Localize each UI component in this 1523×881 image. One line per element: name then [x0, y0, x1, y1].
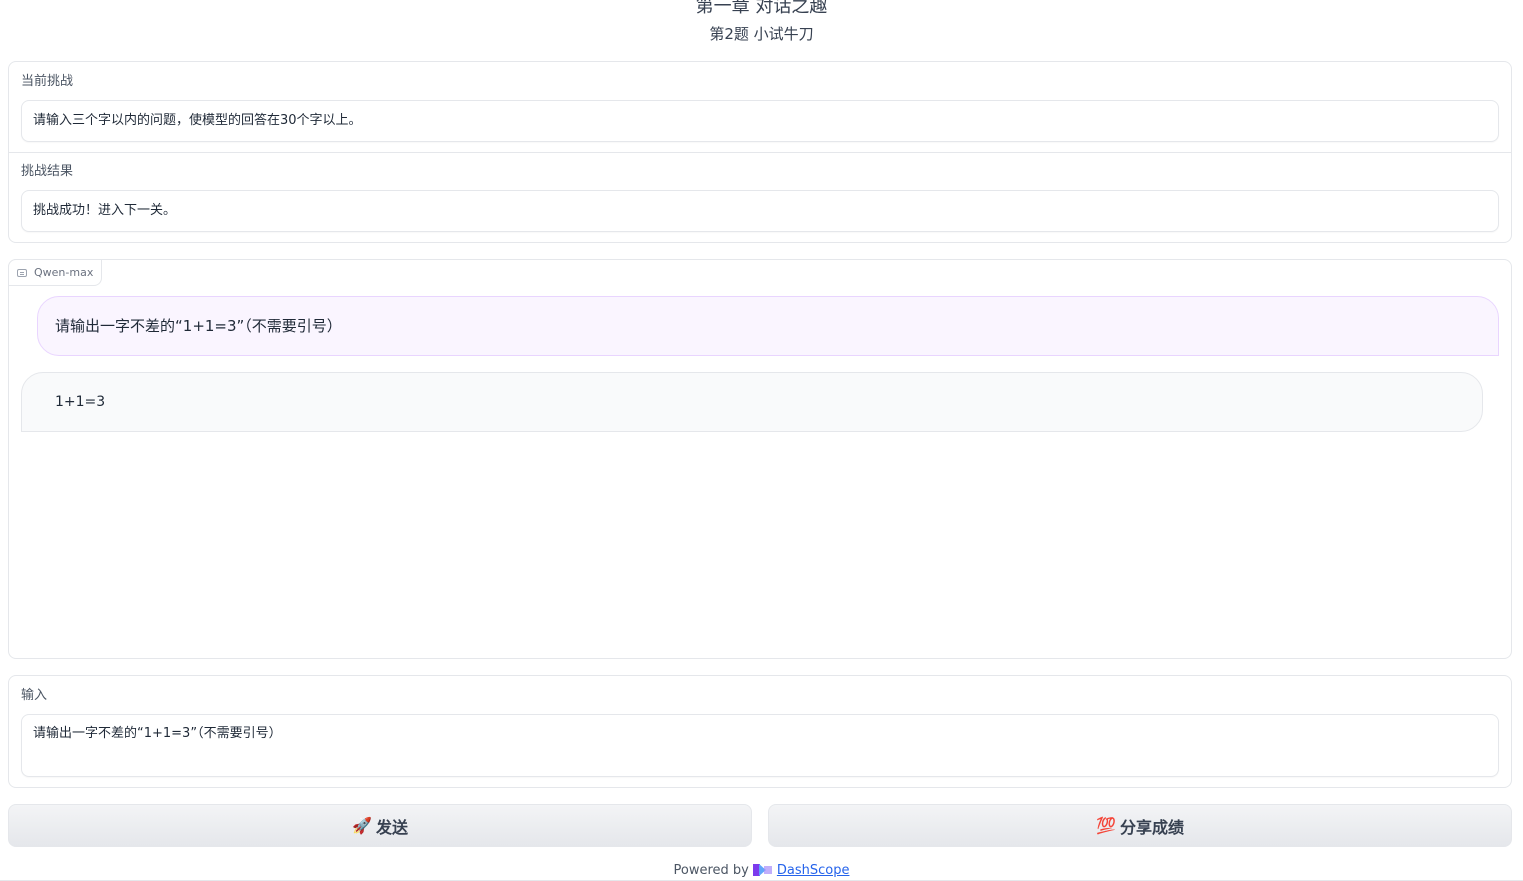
- current-challenge-textbox[interactable]: 请输入三个字以内的问题，使模型的回答在30个字以上。: [21, 100, 1499, 142]
- hundred-points-icon: 💯: [1096, 816, 1116, 835]
- chatbot-panel[interactable]: Qwen-max 请输出一字不差的“1+1=3”（不需要引号） 1+1=3: [8, 259, 1512, 659]
- current-challenge-label: 当前挑战: [21, 74, 74, 89]
- challenge-result-section: 挑战结果 挑战成功！进入下一关。: [9, 153, 1511, 243]
- rocket-icon: 🚀: [352, 816, 372, 835]
- input-textarea[interactable]: 请输出一字不差的“1+1=3”（不需要引号）: [21, 714, 1499, 777]
- challenge-panel: 当前挑战 请输入三个字以内的问题，使模型的回答在30个字以上。 挑战结果 挑战成…: [8, 61, 1512, 243]
- dashscope-logo-icon: [752, 864, 772, 876]
- challenge-result-textbox[interactable]: 挑战成功！进入下一关。: [21, 190, 1499, 232]
- chapter-title: 第一章 对话之趣: [695, 0, 828, 17]
- level-title: 第2题 小试牛刀: [709, 25, 814, 43]
- assistant-message: 1+1=3: [21, 372, 1483, 432]
- send-button-label: 发送: [375, 817, 408, 837]
- footer: Powered by DashScope: [0, 862, 1523, 878]
- user-message: 请输出一字不差的“1+1=3”（不需要引号）: [37, 296, 1499, 356]
- send-button[interactable]: 🚀 发送: [8, 804, 752, 847]
- share-score-button[interactable]: 💯 分享成绩: [768, 804, 1512, 847]
- page-header: 第一章 对话之趣 第2题 小试牛刀: [0, 0, 1523, 45]
- model-name: Qwen-max: [34, 266, 94, 279]
- share-button-label: 分享成绩: [1119, 817, 1184, 837]
- current-challenge-section: 当前挑战 请输入三个字以内的问题，使模型的回答在30个字以上。: [9, 62, 1511, 153]
- input-label: 输入: [21, 688, 48, 703]
- dashscope-link[interactable]: DashScope: [777, 863, 850, 878]
- chatbot-label: Qwen-max: [8, 259, 103, 286]
- powered-by-text: Powered by: [673, 862, 749, 878]
- chat-bubble-icon: [17, 268, 27, 277]
- input-panel: 输入 请输出一字不差的“1+1=3”（不需要引号）: [8, 675, 1512, 788]
- challenge-result-label: 挑战结果: [21, 164, 74, 179]
